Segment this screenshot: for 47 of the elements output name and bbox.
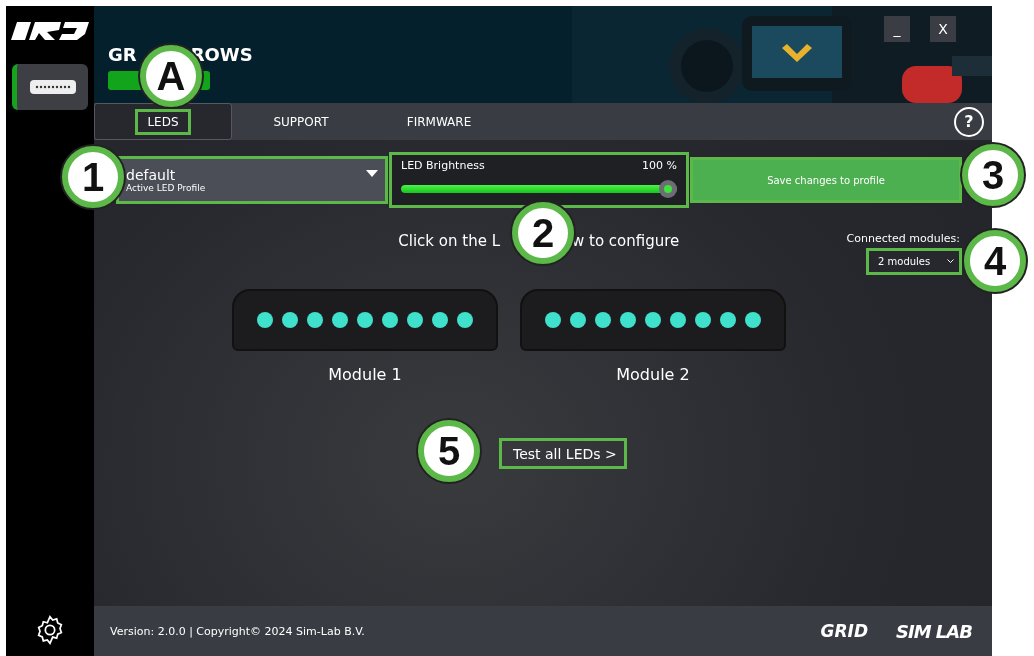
- led[interactable]: [745, 312, 761, 328]
- led[interactable]: [457, 312, 473, 328]
- led[interactable]: [282, 312, 298, 328]
- module-name: Module 2: [616, 365, 690, 384]
- brand-logo: GRID: [820, 621, 869, 641]
- version-text: Version: 2.0.0 | Copyright© 2024 Sim-Lab B.V.: [110, 624, 365, 638]
- led[interactable]: [695, 312, 711, 328]
- slider-thumb[interactable]: [659, 180, 677, 198]
- led[interactable]: [357, 312, 373, 328]
- led[interactable]: [620, 312, 636, 328]
- profile-value: default: [126, 167, 176, 183]
- profile-caption: Active LED Profile: [126, 183, 207, 193]
- caret-icon: [366, 170, 378, 178]
- instruction-text: Click on the L: [397, 232, 500, 250]
- led[interactable]: [307, 312, 323, 328]
- led[interactable]: [720, 312, 736, 328]
- led[interactable]: [670, 312, 686, 328]
- led[interactable]: [645, 312, 661, 328]
- test-leds-button[interactable]: Test all LEDs >: [501, 440, 625, 467]
- callout-marker: 3: [962, 144, 1024, 206]
- brightness-label: LED Brightness: [401, 159, 485, 172]
- led[interactable]: [595, 312, 611, 328]
- connected-modules-label: Connected modules:: [846, 232, 960, 245]
- device-title: GR: [108, 44, 137, 65]
- tab[interactable]: LEDS: [94, 103, 232, 140]
- modules-dropdown[interactable]: 2 modules: [868, 250, 960, 273]
- callout-marker: 4: [964, 230, 1026, 292]
- led[interactable]: [332, 312, 348, 328]
- led[interactable]: [407, 312, 423, 328]
- led[interactable]: [545, 312, 561, 328]
- brand-logo: SIM LAB: [896, 620, 972, 642]
- led[interactable]: [257, 312, 273, 328]
- profile-dropdown[interactable]: default Active LED Profile: [118, 158, 386, 202]
- device-button[interactable]: [12, 64, 88, 110]
- tab[interactable]: SUPPORT: [232, 103, 370, 140]
- minimize-button[interactable]: _: [884, 16, 910, 42]
- brightness-slider[interactable]: [401, 180, 677, 198]
- brightness-reading: 100 %: [642, 159, 677, 172]
- tab[interactable]: FIRMWARE: [370, 103, 508, 140]
- module-name: Module 1: [328, 365, 402, 384]
- led-bar-icon: [29, 80, 76, 94]
- close-button[interactable]: X: [930, 16, 956, 42]
- chevron-icon: [947, 259, 954, 264]
- help-button[interactable]: ?: [954, 106, 984, 137]
- led[interactable]: [570, 312, 586, 328]
- led[interactable]: [382, 312, 398, 328]
- led[interactable]: [432, 312, 448, 328]
